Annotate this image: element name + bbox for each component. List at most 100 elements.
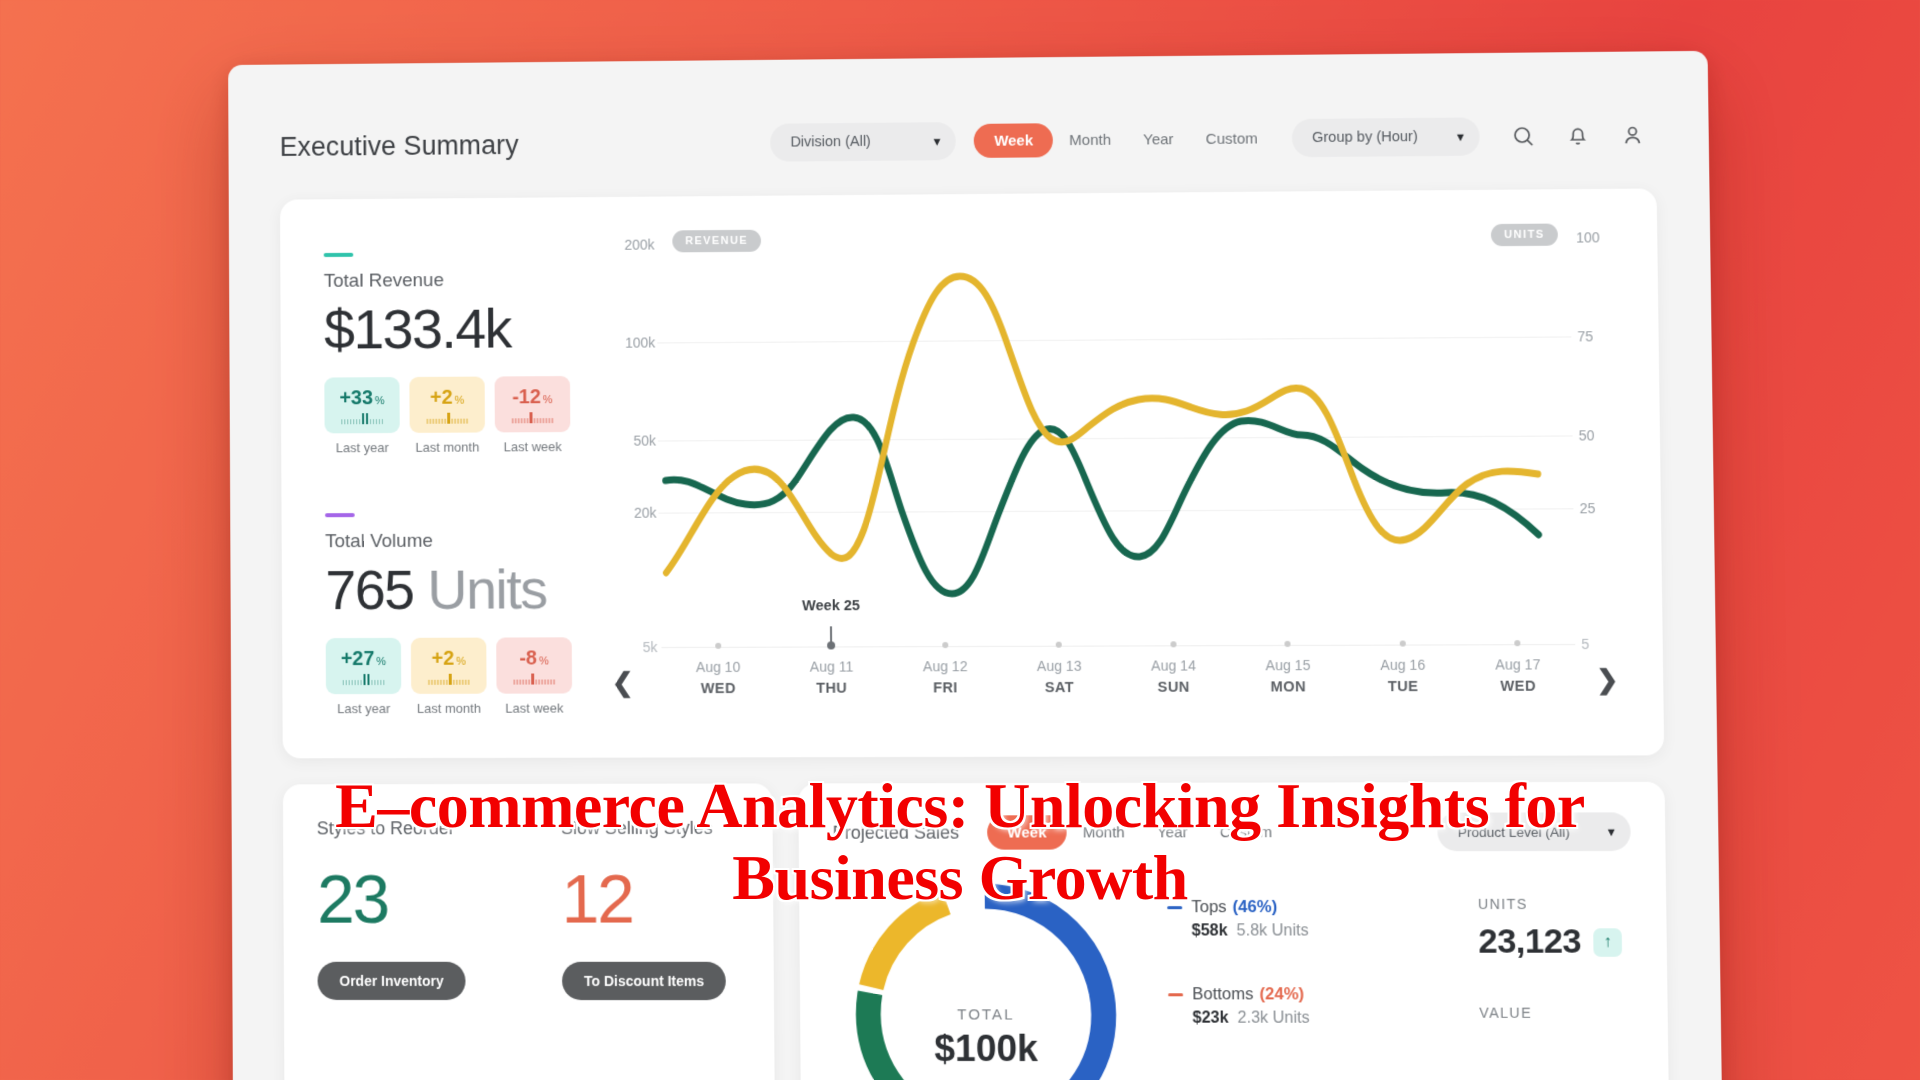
ps-tab-week[interactable]: Week	[987, 815, 1067, 850]
donut-total-label: TOTAL	[957, 1005, 1015, 1024]
card-title: Slow Selling Styles	[560, 817, 713, 839]
groupby-dropdown-value: Group by (Hour)	[1311, 129, 1418, 147]
prev-period-button[interactable]: ❮	[612, 667, 634, 698]
sparkline-icon	[426, 412, 468, 424]
day-label: TUE	[1387, 678, 1419, 696]
projected-sales-body: TOTAL $100k Tops (46%) $58k 5.8k Units B…	[833, 877, 1635, 1080]
tab-month[interactable]: Month	[1053, 123, 1127, 158]
product-level-dropdown[interactable]: Product Level (All) ▾	[1437, 812, 1631, 852]
badge-value: -12	[512, 385, 541, 409]
projected-sales-card: Projected Sales Week Month Year Custom P…	[798, 781, 1670, 1080]
legend-item-bottoms[interactable]: Bottoms (24%) $23k 2.3k Units	[1168, 985, 1310, 1028]
range-tabs: Week Month Year Custom	[973, 121, 1274, 158]
week-marker-pin	[830, 626, 833, 643]
card-number: 23	[316, 861, 389, 938]
day-label: SUN	[1157, 679, 1190, 696]
badge-pct: %	[376, 655, 387, 668]
legend-name: Tops	[1191, 898, 1227, 917]
date-tick-selected[interactable]: Week 25 Aug 11 THU	[774, 598, 888, 715]
date-label: Aug 11	[809, 658, 854, 675]
y-tick-right-0: 100	[1576, 229, 1600, 246]
badge-caption: Last month	[415, 439, 480, 455]
next-period-button[interactable]: ❯	[1596, 664, 1619, 696]
date-ticks: Aug 10 WED Week 25 Aug 11 THU Aug 12 FRI Aug…	[661, 598, 1577, 715]
kpi-accent-bar	[325, 512, 355, 518]
legend-color-swatch	[1168, 993, 1184, 997]
inventory-cards: Styles to Reorder 23 Order Inventory Slo…	[282, 783, 776, 1080]
date-tick[interactable]: Aug 10 WED	[661, 604, 775, 715]
date-tick[interactable]: Aug 12 FRI	[888, 604, 1003, 715]
legend-pct: (46%)	[1232, 897, 1278, 917]
sparkline-icon	[342, 673, 385, 685]
y-tick-right-1: 75	[1577, 328, 1594, 345]
search-icon[interactable]	[1500, 113, 1547, 160]
top-bar: Executive Summary Division (All) ▾ Week …	[280, 108, 1657, 174]
date-tick[interactable]: Aug 15 MON	[1230, 602, 1346, 714]
card-number: 12	[561, 861, 634, 938]
date-tick[interactable]: Aug 16 TUE	[1345, 602, 1461, 714]
date-tick[interactable]: Aug 17 WED	[1460, 601, 1577, 713]
legend-item-tops[interactable]: Tops (46%) $58k 5.8k Units	[1167, 898, 1309, 941]
sparkline-icon	[511, 412, 554, 424]
styles-to-reorder-card: Styles to Reorder 23 Order Inventory	[283, 818, 529, 1080]
legend-color-swatch	[1167, 906, 1183, 910]
sparkline-icon	[428, 673, 470, 685]
date-tick[interactable]: Aug 14 SUN	[1116, 603, 1232, 714]
kpi-badges: +27% Last year +2% Last month -8 % Last …	[325, 636, 604, 716]
kpi-number: 765	[325, 557, 414, 621]
trend-up-icon: ↑	[1593, 927, 1623, 957]
badge-value: +27	[340, 647, 375, 670]
legend-units: 5.8k Units	[1236, 922, 1309, 940]
tab-week[interactable]: Week	[973, 123, 1054, 158]
chevron-down-icon: ▾	[1457, 129, 1464, 144]
week-marker-label: Week 25	[802, 598, 861, 615]
badge-last-year: +27% Last year	[325, 637, 402, 716]
user-icon[interactable]	[1609, 112, 1656, 159]
ps-tab-month[interactable]: Month	[1066, 815, 1141, 849]
to-discount-items-button[interactable]: To Discount Items	[561, 961, 727, 1001]
day-label: FRI	[933, 680, 958, 697]
ps-tab-custom[interactable]: Custom	[1204, 815, 1289, 850]
y-tick-right-3: 25	[1579, 500, 1596, 517]
slow-selling-styles-card: Slow Selling Styles 12 To Discount Items	[527, 818, 775, 1080]
dashboard-window: Executive Summary Division (All) ▾ Week …	[228, 50, 1724, 1080]
badge-caption: Last week	[503, 438, 562, 455]
date-label: Aug 13	[1036, 657, 1082, 675]
y-tick-left-4: 5k	[642, 639, 658, 656]
badge-caption: Last year	[337, 700, 391, 716]
date-tick[interactable]: Aug 13 SAT	[1002, 603, 1117, 714]
top-bar-icons	[1500, 112, 1657, 160]
revenue-units-chart: 200k 100k 50k 20k 100 75 50 25 REVENUE U…	[601, 223, 1623, 733]
groupby-dropdown[interactable]: Group by (Hour) ▾	[1291, 117, 1480, 158]
badge-value: +2	[429, 386, 453, 409]
donut-center-label: TOTAL $100k	[849, 878, 1123, 1080]
kpi-accent-bar	[323, 252, 354, 258]
stat-value: 23,123	[1478, 922, 1582, 961]
sales-legend: Tops (46%) $58k 5.8k Units Bottoms (24%) …	[1167, 878, 1310, 1073]
top-bar-controls: Division (All) ▾ Week Month Year Custom …	[770, 112, 1656, 166]
legend-pct: (24%)	[1259, 985, 1305, 1004]
page-title: Executive Summary	[279, 129, 519, 162]
kpi-total-volume: Total Volume 765 Units +27% Last year +2…	[325, 512, 604, 716]
kpi-unit: Units	[427, 557, 547, 621]
badge-value: +2	[431, 647, 455, 670]
kpi-label: Total Volume	[325, 530, 433, 552]
order-inventory-button[interactable]: Order Inventory	[317, 961, 466, 1001]
date-label: Aug 17	[1495, 656, 1541, 673]
division-dropdown[interactable]: Division (All) ▾	[770, 122, 957, 162]
tab-year[interactable]: Year	[1127, 122, 1190, 157]
bell-icon[interactable]	[1554, 112, 1601, 159]
sales-stats: UNITS 23,123 ↑ VALUE	[1478, 877, 1634, 1021]
donut-total-value: $100k	[934, 1027, 1039, 1069]
dashboard-mockup: Executive Summary Division (All) ▾ Week …	[228, 50, 1724, 1080]
date-label: Aug 12	[922, 658, 968, 675]
badge-pct: %	[539, 655, 549, 668]
y-tick-left-1: 100k	[624, 334, 656, 351]
stat-label: UNITS	[1477, 895, 1528, 913]
ps-tab-year[interactable]: Year	[1141, 815, 1204, 849]
product-level-value: Product Level (All)	[1457, 824, 1570, 840]
card-title: Projected Sales	[832, 821, 960, 843]
kpi-value: $133.4k	[323, 296, 512, 361]
badge-pct: %	[454, 394, 465, 407]
tab-custom[interactable]: Custom	[1189, 121, 1274, 156]
